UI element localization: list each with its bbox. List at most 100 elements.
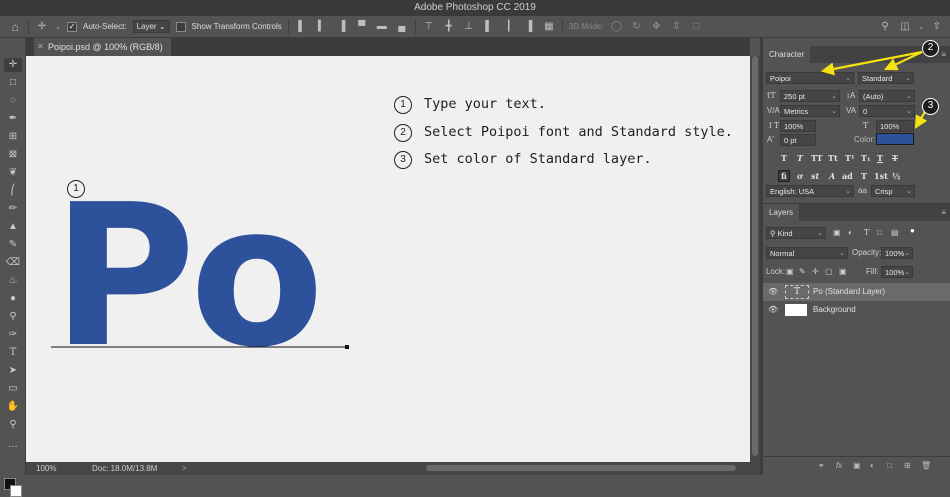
align-bottom-icon[interactable]: ▄: [395, 21, 409, 32]
3d-roll-icon[interactable]: ↻: [629, 21, 643, 32]
align-right-icon[interactable]: ▐: [335, 21, 349, 32]
distribute-bottom-icon[interactable]: ⊥: [462, 21, 476, 32]
leading-field[interactable]: (Auto) ⌄: [859, 90, 915, 102]
font-size-field[interactable]: 250 pt ⌄: [780, 90, 840, 102]
hand-tool-icon[interactable]: ✋: [4, 400, 22, 414]
visibility-eye-icon[interactable]: 👁: [768, 301, 778, 319]
blend-mode-dropdown[interactable]: Normal ⌄: [766, 247, 848, 259]
frame-tool-icon[interactable]: ⊠: [4, 148, 22, 162]
move-tool-icon[interactable]: ✛: [4, 58, 22, 72]
font-style-dropdown[interactable]: Standard ⌄: [858, 72, 914, 84]
3d-pan-icon[interactable]: ✥: [649, 21, 663, 32]
lasso-tool-icon[interactable]: ◌: [4, 94, 22, 108]
language-dropdown[interactable]: English: USA ⌄: [766, 185, 854, 197]
panel-menu-icon[interactable]: ≡: [941, 46, 946, 63]
status-menu-arrow[interactable]: >: [182, 462, 187, 475]
vertical-scale-field[interactable]: 100%: [780, 120, 816, 132]
layer-row-text[interactable]: 👁 T Po (Standard Layer): [763, 283, 950, 301]
eyedropper-tool-icon[interactable]: ❦: [4, 166, 22, 180]
old-style-button[interactable]: ơ: [797, 171, 802, 181]
align-left-icon[interactable]: ▌: [295, 21, 309, 32]
small-caps-button[interactable]: Tt: [828, 153, 838, 163]
stamp-tool-icon[interactable]: ▲: [4, 220, 22, 234]
blur-tool-icon[interactable]: ●: [4, 292, 22, 306]
document-tab[interactable]: ✕ Poipoi.psd @ 100% (RGB/8): [34, 38, 171, 56]
panel-menu-icon[interactable]: ≡: [941, 204, 946, 221]
scroll-thumb[interactable]: [752, 56, 758, 456]
fractions-button[interactable]: ½: [892, 171, 900, 181]
3d-slide-icon[interactable]: ⇕: [669, 21, 683, 32]
home-icon[interactable]: ⌂: [8, 20, 22, 34]
swash-button[interactable]: st: [811, 171, 819, 181]
lock-artboard-icon[interactable]: ▢: [825, 267, 833, 276]
align-top-icon[interactable]: ▀: [355, 21, 369, 32]
subscript-button[interactable]: T₁: [861, 153, 870, 163]
brush-tool-icon[interactable]: ✏: [4, 202, 22, 216]
tracking-field[interactable]: 0 ⌄: [859, 105, 915, 117]
font-family-dropdown[interactable]: Poipoi ⌄: [766, 72, 854, 84]
superscript-button[interactable]: T¹: [845, 153, 854, 163]
layer-row-background[interactable]: 👁 Background: [763, 301, 950, 319]
antialias-dropdown[interactable]: Crisp ⌄: [871, 185, 915, 197]
layer-mask-icon[interactable]: ▣: [853, 461, 861, 470]
marquee-tool-icon[interactable]: □: [4, 76, 22, 90]
background-color-swatch[interactable]: [10, 485, 22, 497]
link-layers-icon[interactable]: ⚭: [818, 461, 825, 470]
filter-adjustment-icon[interactable]: ◐: [848, 228, 853, 237]
distribute-center-icon[interactable]: ┃: [502, 21, 516, 32]
baseline-shift-field[interactable]: 0 pt: [780, 134, 816, 146]
ordinals-1st-button[interactable]: 1st: [874, 171, 888, 181]
layer-style-icon[interactable]: fx: [836, 461, 842, 470]
filter-smart-object-icon[interactable]: ▤: [891, 228, 899, 237]
horizontal-scroll-thumb[interactable]: [426, 465, 736, 471]
pen-tool-icon[interactable]: ✑: [4, 328, 22, 342]
document-canvas[interactable]: Po 1 1 Type your text. 2 Select Poipoi f…: [26, 56, 750, 462]
chevron-down-icon[interactable]: ⌄: [55, 23, 61, 31]
distribute-left-icon[interactable]: ▌: [482, 21, 496, 32]
text-color-swatch[interactable]: [876, 133, 914, 145]
delete-layer-icon[interactable]: 🗑: [921, 461, 931, 470]
more-tools-icon[interactable]: …: [4, 438, 22, 452]
path-select-tool-icon[interactable]: ➤: [4, 364, 22, 378]
dodge-tool-icon[interactable]: ⚲: [4, 310, 22, 324]
lock-image-icon[interactable]: ✎: [799, 267, 806, 276]
filter-shape-icon[interactable]: □: [877, 228, 882, 237]
all-caps-button[interactable]: TT: [811, 153, 823, 163]
adjustment-layer-icon[interactable]: ◐: [870, 461, 875, 470]
distribute-top-icon[interactable]: ⊤: [422, 21, 436, 32]
fill-field[interactable]: 100% ⌄: [881, 266, 913, 278]
share-icon[interactable]: ⇧: [930, 21, 944, 32]
visibility-eye-icon[interactable]: 👁: [768, 283, 778, 301]
auto-select-dropdown[interactable]: Layer ⌄: [132, 20, 170, 33]
strikethrough-button[interactable]: T: [892, 153, 898, 163]
lock-all-icon[interactable]: ▣: [839, 267, 847, 276]
ligatures-button[interactable]: fi: [778, 170, 790, 182]
distribute-middle-icon[interactable]: ╋: [442, 21, 456, 32]
faux-bold-button[interactable]: T: [781, 153, 787, 163]
healing-brush-tool-icon[interactable]: ⎛: [4, 184, 22, 198]
3d-scale-icon[interactable]: □: [689, 21, 703, 32]
lock-transparent-icon[interactable]: ▣: [786, 267, 794, 276]
auto-select-checkbox[interactable]: ✓: [67, 21, 77, 32]
faux-italic-button[interactable]: T: [797, 153, 803, 163]
vertical-scrollbar[interactable]: [750, 56, 760, 462]
search-icon[interactable]: ⚲: [878, 21, 892, 32]
lock-position-icon[interactable]: ✛: [812, 267, 819, 276]
chevron-down-icon[interactable]: ⌄: [918, 23, 924, 31]
eraser-tool-icon[interactable]: ⌫: [4, 256, 22, 270]
stylistic-alternates-button[interactable]: A: [829, 171, 835, 181]
paint-bucket-tool-icon[interactable]: ♨: [4, 274, 22, 288]
filter-type-icon[interactable]: T: [864, 228, 869, 237]
ordinals-button[interactable]: T: [861, 171, 867, 181]
move-tool-icon[interactable]: ✛: [35, 21, 49, 32]
zoom-tool-icon[interactable]: ⚲: [4, 418, 22, 432]
layer-filter-kind-dropdown[interactable]: ⚲ Kind ⌄: [766, 227, 826, 239]
kerning-field[interactable]: Metrics ⌄: [780, 105, 840, 117]
align-center-icon[interactable]: ▍: [315, 21, 329, 32]
distribute-right-icon[interactable]: ▐: [522, 21, 536, 32]
workspace-icon[interactable]: ◫: [898, 21, 912, 32]
titling-alternates-button[interactable]: ad: [842, 171, 853, 181]
quick-select-tool-icon[interactable]: ✒: [4, 112, 22, 126]
opacity-field[interactable]: 100% ⌄: [881, 247, 913, 259]
3d-orbit-icon[interactable]: ◯: [609, 21, 623, 32]
